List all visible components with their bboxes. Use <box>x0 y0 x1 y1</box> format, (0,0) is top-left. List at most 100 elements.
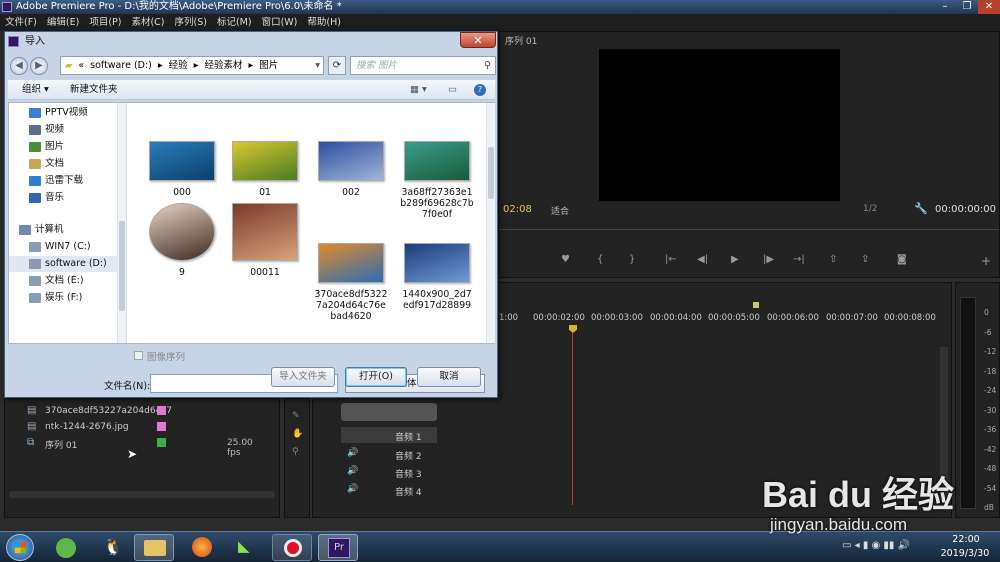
nav-scroll-thumb[interactable] <box>119 221 125 311</box>
start-button[interactable] <box>6 534 34 561</box>
tray-icons[interactable]: ▭ ◂ ▮ ◉ ▮▮ 🔊 <box>842 540 910 551</box>
fit-dropdown[interactable]: 适合 <box>551 204 569 217</box>
nav-item[interactable]: 娱乐 (F:) <box>9 290 117 306</box>
file-thumbnail[interactable]: 000 <box>145 141 219 198</box>
maximize-button[interactable]: ❐ <box>956 0 978 14</box>
play-icon[interactable]: ▶ <box>731 254 739 265</box>
nav-item[interactable]: PPTV视频 <box>9 105 117 121</box>
open-button[interactable]: 打开(O) <box>345 367 407 387</box>
program-monitor-tab[interactable]: 序列 01 <box>505 34 537 47</box>
breadcrumb-drive[interactable]: software (D:) <box>90 57 152 74</box>
mark-out-icon[interactable]: } <box>629 254 635 265</box>
playhead-handle[interactable] <box>569 325 577 333</box>
close-app-button[interactable]: ✕ <box>978 0 1000 14</box>
audio-track-header-4[interactable]: 🔊 音频 4 <box>341 482 437 498</box>
breadcrumb-sucai[interactable]: 经验素材 <box>204 57 242 74</box>
nav-item[interactable]: 迅雷下载 <box>9 173 117 189</box>
mark-in-icon[interactable]: { <box>597 254 603 265</box>
export-frame-icon[interactable]: ◙ <box>897 254 907 265</box>
image-sequence-checkbox[interactable] <box>134 351 143 360</box>
chevron-right-icon[interactable]: ▸ <box>194 57 199 74</box>
audio-track-header-3[interactable]: 🔊 音频 3 <box>341 464 437 480</box>
add-marker-icon[interactable]: ♥ <box>561 254 570 265</box>
wrench-icon[interactable]: 🔧 <box>914 202 928 215</box>
taskbar-app-recorder[interactable] <box>272 534 312 561</box>
minimize-button[interactable]: – <box>934 0 956 14</box>
timeline-ruler[interactable]: 1:00 00:00:02:00 00:00:03:00 00:00:04:00… <box>499 313 949 325</box>
menu-marker[interactable]: 标记(M) <box>212 14 257 31</box>
menu-window[interactable]: 窗口(W) <box>257 14 303 31</box>
file-thumbnail[interactable]: 01 <box>228 141 302 198</box>
nav-item[interactable]: WIN7 (C:) <box>9 239 117 255</box>
file-thumbnail[interactable]: 1440x900_2d7edf917d28899 <box>400 243 474 311</box>
button-editor-icon[interactable]: + <box>981 254 991 268</box>
file-thumbnail[interactable]: 00011 <box>228 203 302 278</box>
menu-file[interactable]: 文件(F) <box>0 14 42 31</box>
clock-time[interactable]: 22:00 <box>946 534 986 545</box>
menu-help[interactable]: 帮助(H) <box>302 14 346 31</box>
nav-item[interactable]: software (D:) <box>9 256 117 272</box>
file-thumbnail[interactable]: 3a68ff27363e1b289f69628c7b7f0e0f <box>400 141 474 220</box>
refresh-button[interactable]: ⟳ <box>328 56 346 75</box>
chevron-right-icon[interactable]: ▸ <box>248 57 253 74</box>
nav-item[interactable]: 文档 <box>9 156 117 172</box>
taskbar-app-firefox[interactable] <box>182 534 222 561</box>
speaker-icon[interactable]: 🔊 <box>347 466 358 476</box>
chevron-down-icon[interactable]: ▾ <box>315 57 323 74</box>
taskbar-app-qq[interactable]: 🐧 <box>90 534 130 561</box>
step-forward-icon[interactable]: |▶ <box>763 254 774 265</box>
extract-icon[interactable]: ⇪ <box>861 254 869 265</box>
menu-edit[interactable]: 编辑(E) <box>42 14 84 31</box>
audio-track-header-2[interactable]: 🔊 音频 2 <box>341 446 437 462</box>
file-thumbnail[interactable]: 370ace8df53227a204d64c76ebad4620 <box>314 243 388 322</box>
file-thumbnail[interactable]: 9 <box>145 203 219 278</box>
back-button[interactable]: ◀ <box>10 57 28 75</box>
nav-item[interactable]: 音乐 <box>9 190 117 206</box>
taskbar-app-360[interactable] <box>46 534 86 561</box>
pen-tool-icon[interactable]: ✎ <box>292 411 300 421</box>
menu-clip[interactable]: 素材(C) <box>126 14 169 31</box>
forward-button[interactable]: ▶ <box>30 57 48 75</box>
organize-button[interactable]: 组织 ▾ <box>22 80 49 100</box>
go-to-in-icon[interactable]: |← <box>665 254 677 265</box>
list-item[interactable]: ▤ 370ace8df53227a204d64c7 <box>27 405 267 419</box>
view-options-icon[interactable]: ▦ ▾ <box>410 80 427 100</box>
file-scrollbar[interactable] <box>486 103 495 343</box>
taskbar-app-video[interactable]: ◣ <box>226 534 266 561</box>
breadcrumb-jingyan[interactable]: 经验 <box>169 57 188 74</box>
speaker-icon[interactable]: 🔊 <box>347 484 358 494</box>
list-item[interactable]: ▤ ntk-1244-2676.jpg <box>27 421 267 435</box>
audio-track-header-1[interactable]: 音频 1 <box>341 427 437 443</box>
new-folder-button[interactable]: 新建文件夹 <box>70 80 118 100</box>
import-folder-button[interactable]: 导入文件夹 <box>271 367 335 387</box>
go-to-out-icon[interactable]: →| <box>793 254 805 265</box>
menu-sequence[interactable]: 序列(S) <box>170 14 212 31</box>
nav-scrollbar[interactable] <box>117 103 126 343</box>
nav-item[interactable]: 计算机 <box>0 222 107 238</box>
file-scroll-thumb[interactable] <box>488 147 494 199</box>
file-thumbnail[interactable]: 002 <box>314 141 388 198</box>
cancel-button[interactable]: 取消 <box>417 367 481 387</box>
speaker-icon[interactable]: 🔊 <box>347 448 358 458</box>
preview-pane-icon[interactable]: ▭ <box>448 80 457 100</box>
list-item[interactable]: ⧉ 序列 01 25.00 fps <box>27 437 267 458</box>
step-back-icon[interactable]: ◀| <box>697 254 708 265</box>
taskbar-app-explorer[interactable] <box>134 534 174 561</box>
chevron-right-icon[interactable]: ▸ <box>158 57 163 74</box>
zoom-tool-icon[interactable]: ⚲ <box>292 447 299 457</box>
breadcrumb-pictures[interactable]: 图片 <box>259 57 278 74</box>
nav-item[interactable]: 文档 (E:) <box>9 273 117 289</box>
search-input[interactable]: 搜索 图片 ⚲ <box>350 56 496 75</box>
menu-project[interactable]: 项目(P) <box>84 14 126 31</box>
dialog-close-button[interactable]: ✕ <box>460 32 496 48</box>
project-scrollbar[interactable] <box>9 491 275 498</box>
nav-item[interactable]: 视频 <box>9 122 117 138</box>
address-bar[interactable]: ▰ « software (D:) ▸ 经验 ▸ 经验素材 ▸ 图片 ▾ <box>60 56 324 75</box>
work-area-marker[interactable] <box>753 302 759 308</box>
resolution-dropdown[interactable]: 1/2 <box>863 204 877 214</box>
video-track-header[interactable] <box>341 403 437 421</box>
hand-tool-icon[interactable]: ✋ <box>292 429 303 439</box>
help-icon[interactable]: ? <box>474 84 486 96</box>
taskbar-app-premiere[interactable]: Pr <box>318 534 358 561</box>
breadcrumb-overflow[interactable]: « <box>78 57 84 74</box>
